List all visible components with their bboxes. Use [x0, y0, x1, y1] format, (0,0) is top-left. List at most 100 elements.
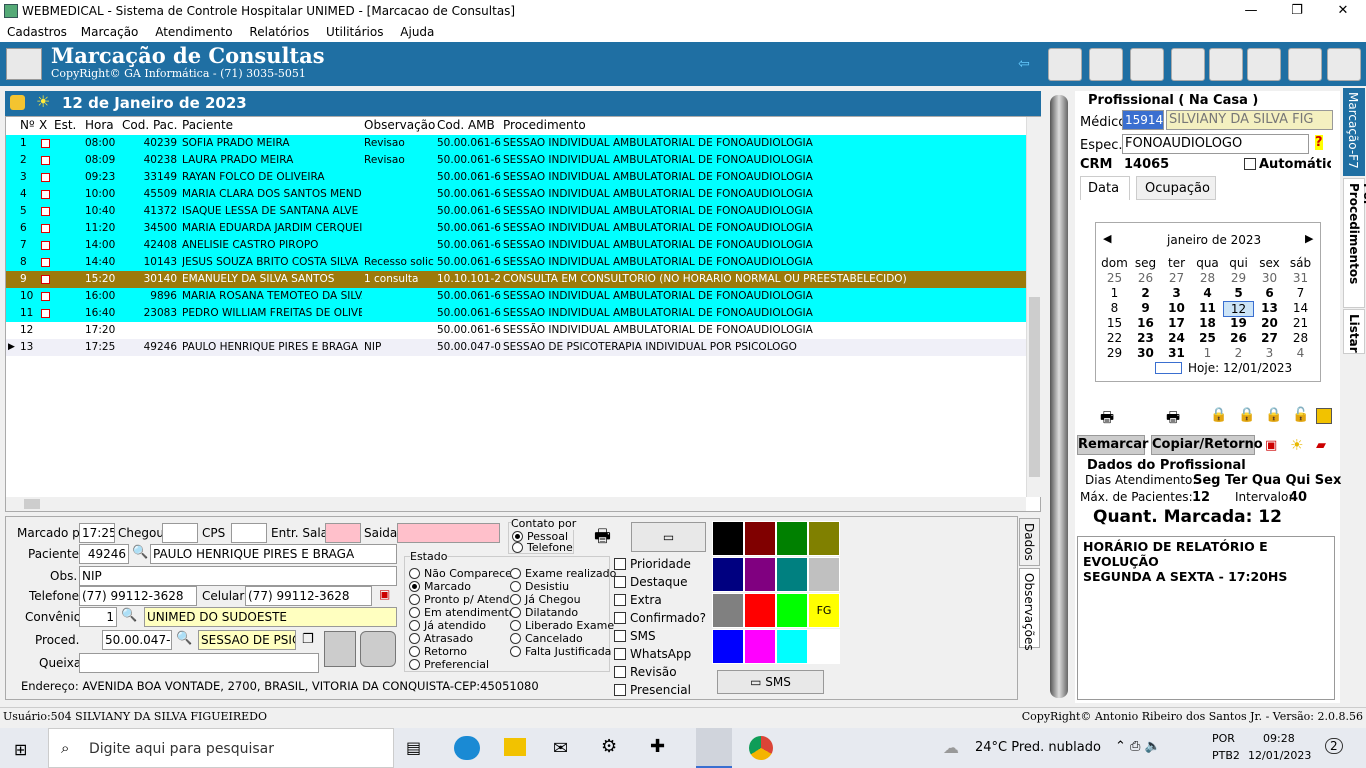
entr-sala-input[interactable] — [325, 523, 361, 543]
calendar-day[interactable]: 4 — [1285, 346, 1316, 360]
option-checkbox[interactable] — [614, 648, 626, 660]
sms-button[interactable]: ▭ SMS — [717, 670, 824, 694]
color-swatch[interactable] — [712, 629, 744, 664]
doctor-red-icon[interactable]: ▣ — [1265, 438, 1277, 453]
table-row[interactable]: 4 10:00 45509 MARIA CLARA DOS SANTOS MENDE 5… — [6, 186, 1026, 203]
maximize-button[interactable]: ❐ — [1274, 0, 1320, 23]
table-row[interactable]: 1 08:00 40239 SOFIA PRADO MEIRA Revisao 50.00… — [6, 135, 1026, 152]
lock-icon[interactable]: 🔒 — [1210, 407, 1227, 423]
table-row[interactable]: 9 15:20 30140 EMANUELY DA SILVA SANTOS 1 con… — [6, 271, 1026, 288]
calendar-day[interactable]: 19 — [1223, 316, 1254, 330]
calendar-day[interactable]: 28 — [1192, 271, 1223, 285]
network-icon[interactable] — [1288, 48, 1322, 81]
col-cod-pac[interactable]: Cod. Pac. — [122, 117, 177, 134]
calendar-day[interactable]: 20 — [1254, 316, 1285, 330]
row-checkbox[interactable] — [41, 139, 50, 148]
tab-dados[interactable]: Dados — [1019, 518, 1040, 566]
weather-text[interactable]: 24°C Pred. nublado — [975, 740, 1101, 755]
help-icon[interactable]: ? — [1315, 135, 1323, 150]
color-swatch[interactable] — [776, 593, 808, 628]
calendar-day[interactable]: 8 — [1099, 301, 1130, 315]
tab-marcacao-f7[interactable]: Marcação-F7 — [1343, 88, 1365, 176]
col-n[interactable]: Nº — [20, 117, 35, 134]
table-row[interactable]: 12 17:20 50.00.061-6 SESSÃO INDIVIDUAL AMBU… — [6, 322, 1026, 339]
calendar-day[interactable]: 2 — [1130, 286, 1161, 300]
close-button[interactable]: ✕ — [1320, 0, 1366, 23]
calendar-day[interactable]: 26 — [1130, 271, 1161, 285]
col-procedimento[interactable]: Procedimento — [503, 117, 586, 134]
menu-atendimento[interactable]: Atendimento — [142, 23, 232, 39]
calendar-day[interactable]: 21 — [1285, 316, 1316, 330]
table-row[interactable]: 10 16:00 9896 MARIA ROSANA TEMOTEO DA SILVA… — [6, 288, 1026, 305]
col-paciente[interactable]: Paciente — [182, 117, 233, 134]
calendar-day[interactable]: 4 — [1192, 286, 1223, 300]
table-row[interactable]: 11 16:40 23083 PEDRO WILLIAM FREITAS DE OLI… — [6, 305, 1026, 322]
col-x[interactable]: X — [39, 117, 47, 134]
col-cod-amb[interactable]: Cod. AMB — [437, 117, 495, 134]
option-checkbox[interactable] — [614, 630, 626, 642]
mail-icon[interactable]: ✉ — [553, 738, 568, 759]
webmedical-icon[interactable]: ✚ — [650, 736, 665, 757]
calendar-day[interactable]: 22 — [1099, 331, 1130, 345]
next-month-icon[interactable]: ▶ — [1305, 232, 1313, 245]
app-icon[interactable]: ⚙ — [601, 736, 617, 757]
row-checkbox[interactable] — [41, 224, 50, 233]
prev-month-icon[interactable]: ◀ — [1103, 232, 1111, 245]
col-hora[interactable]: Hora — [85, 117, 114, 134]
eraser-icon[interactable]: ▰ — [1316, 438, 1326, 453]
explorer-icon[interactable] — [504, 738, 526, 756]
tab-por-procedimentos[interactable]: Por Procedimentos — [1343, 178, 1366, 308]
option-checkbox[interactable] — [614, 612, 626, 624]
estado-radio[interactable] — [510, 646, 521, 657]
col-est[interactable]: Est. — [54, 117, 76, 134]
taskbar-search[interactable]: ⌕ Digite aqui para pesquisar — [48, 728, 394, 768]
telefone-input[interactable]: (77) 99112-3628 — [79, 586, 197, 606]
row-checkbox[interactable] — [41, 275, 50, 284]
convenio-cod-input[interactable]: 1 — [79, 607, 117, 627]
automatico-checkbox[interactable] — [1244, 158, 1256, 170]
convenio-nome-input[interactable]: UNIMED DO SUDOESTE — [144, 607, 397, 627]
medico-select[interactable]: SILVIANY DA SILVA FIG — [1166, 110, 1333, 130]
tab-observacoes[interactable]: Observações — [1019, 568, 1040, 651]
color-swatch[interactable] — [776, 629, 808, 664]
printer-check-icon[interactable]: 🖶 — [1100, 407, 1114, 432]
calendar-day[interactable]: 15 — [1099, 316, 1130, 330]
estado-radio[interactable] — [409, 646, 420, 657]
table-row[interactable]: 5 10:40 41372 ISAQUE LESSA DE SANTANA ALVE 5… — [6, 203, 1026, 220]
calendar-day[interactable]: 14 — [1285, 301, 1316, 315]
table-row[interactable]: 6 11:20 34500 MARIA EDUARDA JARDIM CERQUEIR… — [6, 220, 1026, 237]
menu-marcacao[interactable]: Marcação — [71, 23, 139, 39]
calendar-day[interactable]: 25 — [1192, 331, 1223, 345]
card-button[interactable]: ▭ — [631, 522, 706, 552]
calendar-day[interactable]: 29 — [1099, 346, 1130, 360]
estado-radio[interactable] — [510, 581, 521, 592]
row-checkbox[interactable] — [41, 207, 50, 216]
row-checkbox[interactable] — [41, 173, 50, 182]
row-checkbox[interactable] — [41, 292, 50, 301]
color-swatch[interactable] — [776, 521, 808, 556]
color-swatch[interactable] — [744, 629, 776, 664]
clock-icon[interactable] — [1130, 48, 1164, 81]
tab-listar[interactable]: Listar — [1343, 309, 1365, 354]
estado-radio[interactable] — [409, 659, 420, 670]
copiar-retorno-button[interactable]: Copiar/Retorno — [1151, 435, 1263, 455]
option-checkbox[interactable] — [614, 558, 626, 570]
proced-nome-input[interactable]: SESSAO DE PSIC — [198, 630, 296, 650]
estado-radio[interactable] — [409, 620, 420, 631]
espec-input[interactable]: FONOAUDIOLOGO — [1122, 134, 1309, 154]
estado-radio[interactable] — [510, 620, 521, 631]
notification-icon[interactable]: 2 — [1325, 738, 1343, 754]
back-arrow-icon[interactable]: ⇦ — [1018, 56, 1030, 72]
marcado-input[interactable]: 17:25 — [79, 523, 115, 543]
clock-time[interactable]: 09:28 — [1263, 732, 1295, 745]
phone-book-icon[interactable]: ▣ — [379, 587, 390, 601]
contato-pessoal-radio[interactable] — [512, 531, 523, 542]
tab-data[interactable]: Data — [1080, 176, 1130, 200]
add-user-icon[interactable] — [1048, 48, 1082, 81]
lock-red-icon[interactable]: 🔒 — [1238, 407, 1255, 423]
calendar-day[interactable]: 13 — [1254, 301, 1285, 315]
table-row[interactable]: ▶ 13 17:25 49246 PAULO HENRIQUE PIRES E BRAG… — [6, 339, 1026, 356]
saida-input[interactable] — [397, 523, 500, 543]
estado-radio[interactable] — [409, 607, 420, 618]
tools-icon[interactable] — [1209, 48, 1243, 81]
